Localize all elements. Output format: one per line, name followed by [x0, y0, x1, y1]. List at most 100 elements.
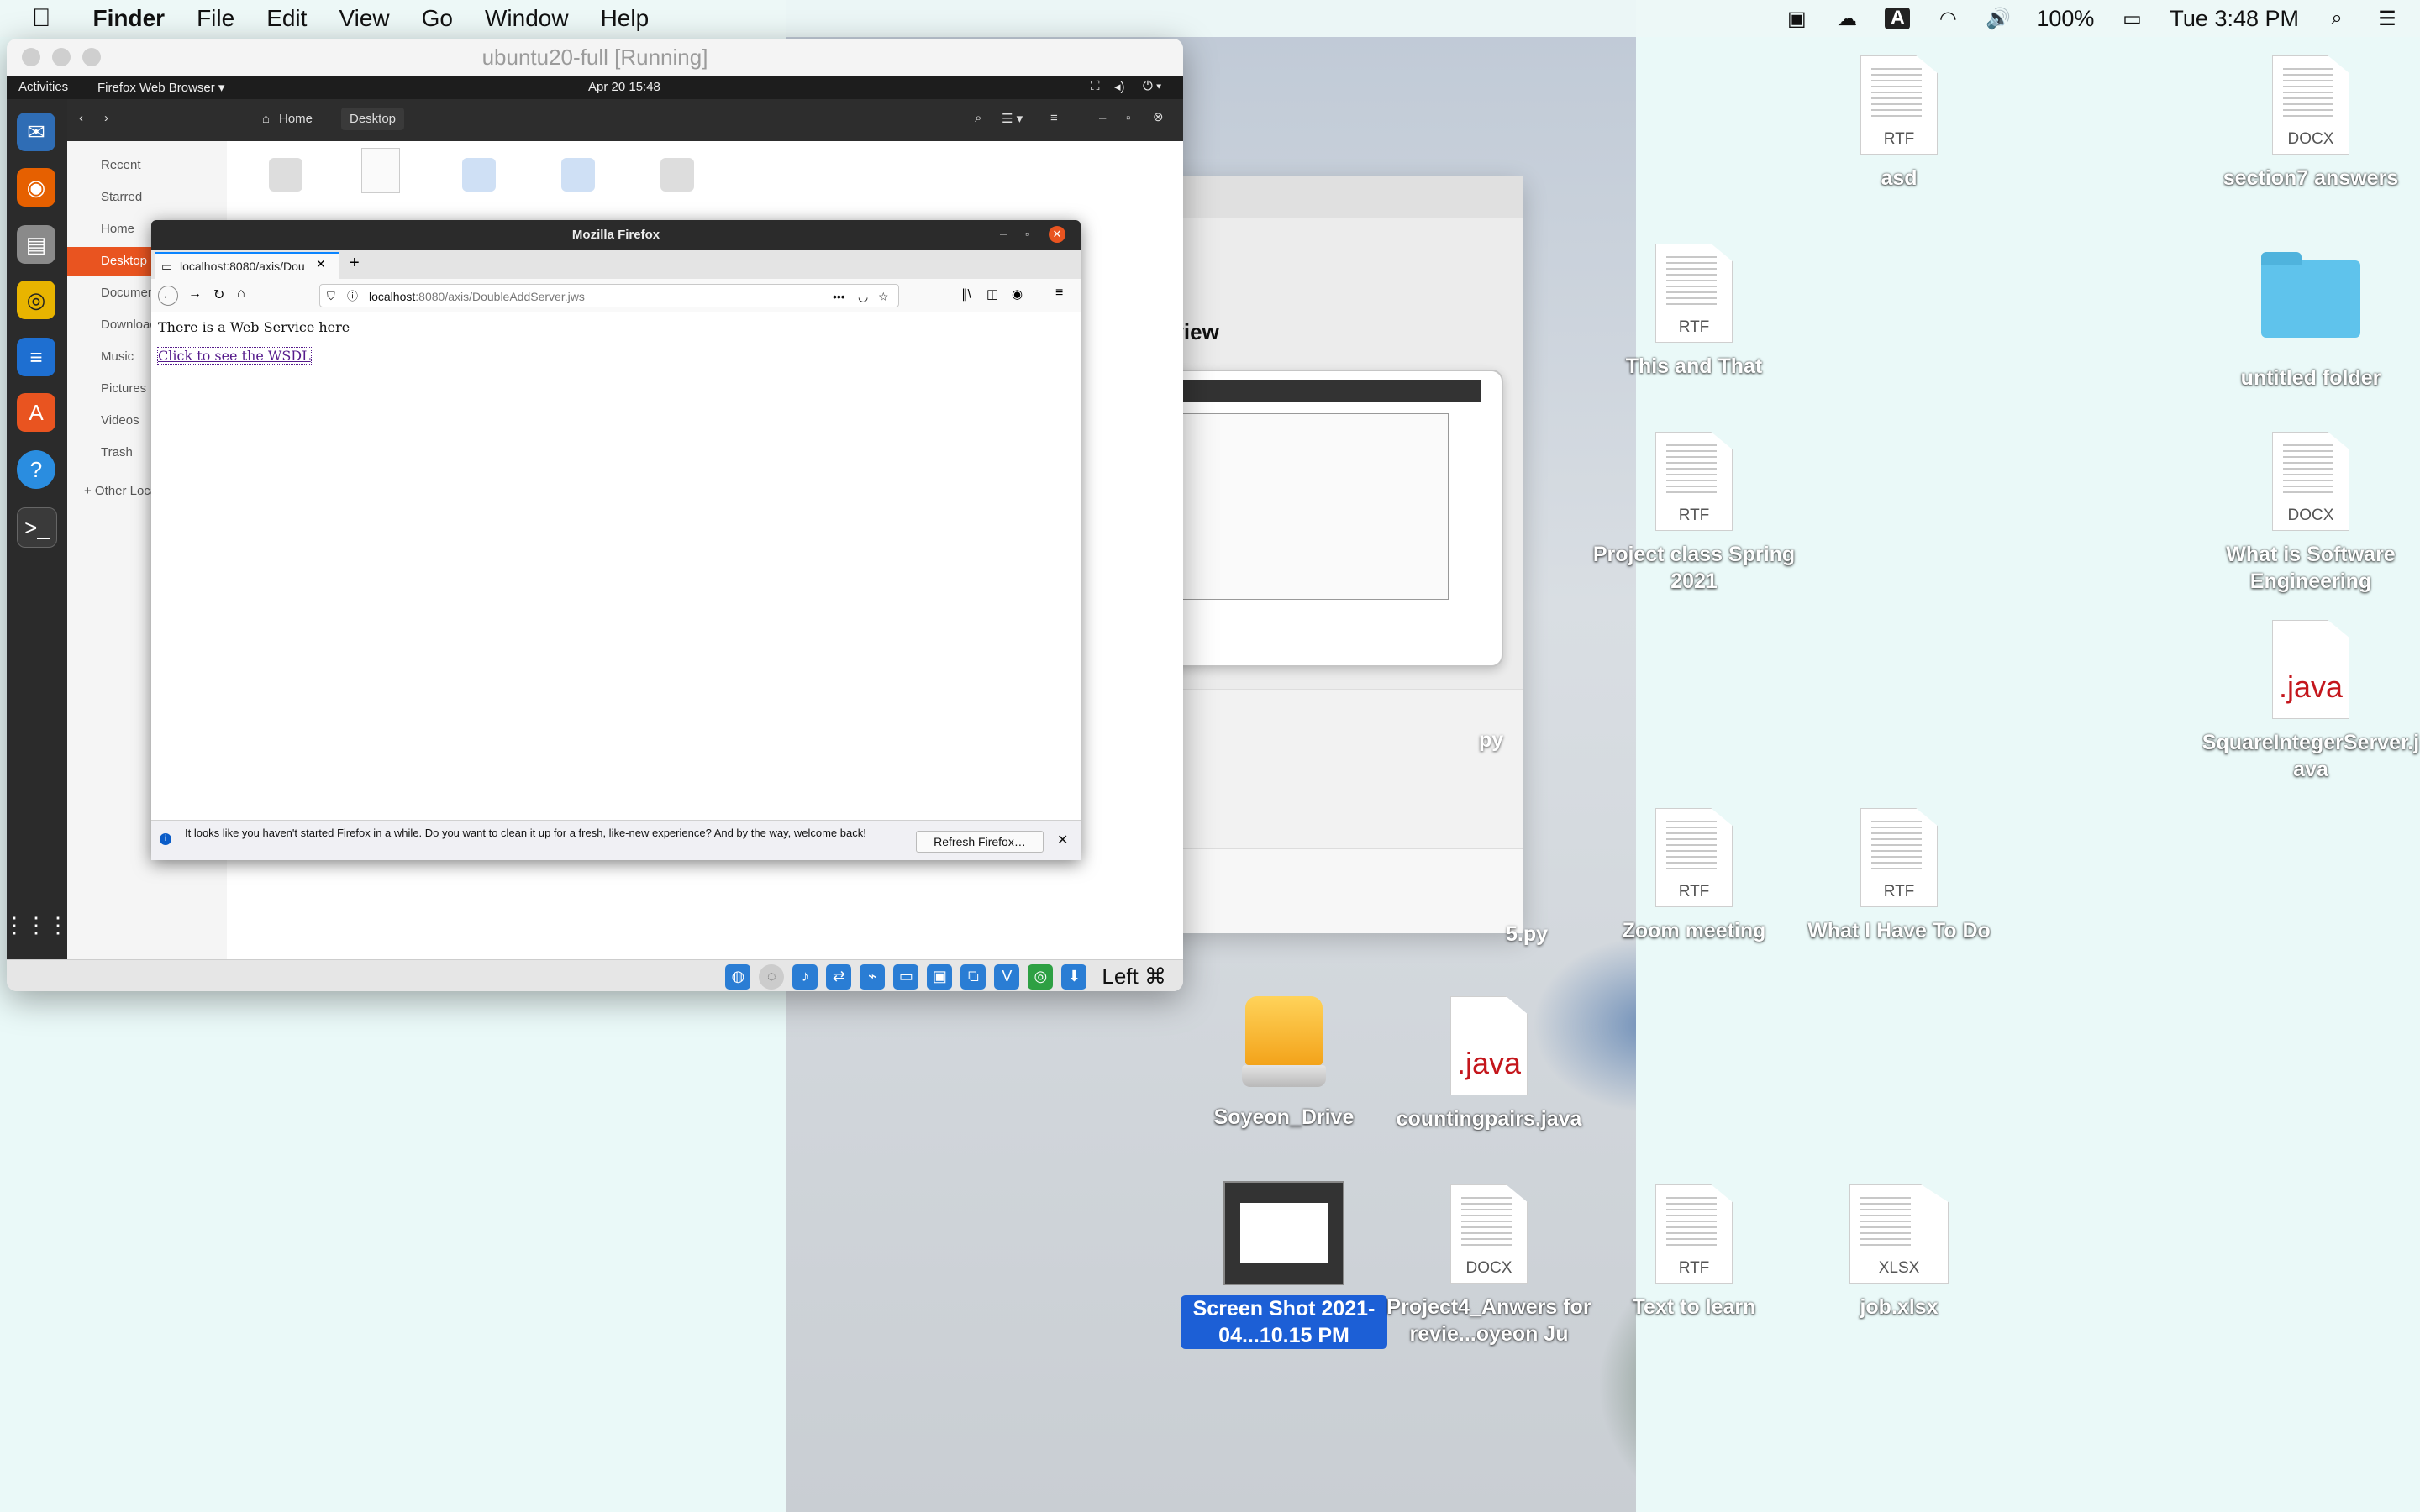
volume-icon[interactable]: 🔊	[1986, 8, 2011, 30]
library-icon[interactable]: ∥\	[961, 286, 971, 302]
forward-icon[interactable]: ›	[104, 111, 108, 125]
terminal-icon[interactable]: >_	[17, 507, 57, 548]
desktop-icon-section7-answers[interactable]: DOCX section7 answers	[2202, 55, 2420, 192]
forward-icon[interactable]: →	[188, 286, 202, 302]
desktop-icon-zoom-meeting[interactable]: RTF Zoom meeting	[1585, 808, 1803, 944]
back-icon[interactable]: ←	[158, 286, 178, 306]
window-close-button[interactable]	[22, 48, 40, 66]
video-capture-icon[interactable]: ⧉	[960, 963, 986, 990]
pocket-icon[interactable]: ◡	[858, 285, 868, 308]
file-icon[interactable]	[269, 158, 302, 192]
tab-active[interactable]: ▭ localhost:8080/axis/Dou	[155, 252, 339, 279]
help-icon[interactable]: ?	[17, 450, 55, 489]
network-icon[interactable]: ⛶	[1091, 79, 1100, 93]
desktop-icon-project4-answers[interactable]: DOCX Project4_Anwers for revie...oyeon J…	[1380, 1184, 1598, 1347]
refresh-firefox-button[interactable]: Refresh Firefox…	[916, 831, 1044, 853]
vm-info-icon[interactable]: V	[994, 963, 1020, 990]
minimize-icon[interactable]: –	[1099, 111, 1106, 125]
search-icon[interactable]: ⌕	[975, 111, 981, 125]
keyboard-capture-icon[interactable]: ⬇	[1061, 963, 1087, 990]
rhythmbox-icon[interactable]: ◎	[17, 281, 55, 319]
sidebar-item-starred[interactable]: Starred	[67, 183, 227, 212]
firefox-titlebar[interactable]: Mozilla Firefox	[151, 220, 1081, 250]
bookmark-star-icon[interactable]: ☆	[878, 285, 889, 308]
shield-icon[interactable]: ⛉	[327, 285, 335, 308]
power-icon[interactable]: ⏻ ▾	[1143, 79, 1161, 93]
guest-additions-icon[interactable]: ◎	[1028, 963, 1054, 990]
desktop-icon-soyeon-drive[interactable]: Soyeon_Drive	[1175, 996, 1393, 1131]
code-file-icon[interactable]	[561, 158, 595, 192]
maximize-icon[interactable]: ▫	[1126, 111, 1130, 125]
battery-icon[interactable]: ▭	[2119, 8, 2144, 30]
info-icon[interactable]: ⓘ	[347, 285, 358, 308]
window-minimize-button[interactable]	[52, 48, 71, 66]
desktop-icon-squareintegerserver[interactable]: .java SquareIntegerServer.java	[2202, 620, 2420, 783]
firefox-window[interactable]: Mozilla Firefox – ▫ ✕ ▭ localhost:8080/a…	[151, 220, 1081, 860]
menu-view[interactable]: View	[339, 5, 389, 32]
wifi-icon[interactable]: ◠	[1935, 8, 1960, 30]
preview-window[interactable]: eview py	[1160, 176, 1523, 933]
sidebar-icon[interactable]: ◫	[986, 286, 998, 302]
usb-icon[interactable]: ⌁	[860, 963, 886, 990]
hard-disk-icon[interactable]: ◍	[725, 963, 751, 990]
optical-drive-icon[interactable]: ◌	[759, 963, 785, 990]
control-center-icon[interactable]: ☰	[2375, 8, 2400, 30]
desktop-icon-text-to-learn[interactable]: RTF Text to learn	[1585, 1184, 1803, 1320]
audio-icon[interactable]: ♪	[792, 963, 818, 990]
vbox-titlebar[interactable]: ubuntu20-full [Running]	[7, 39, 1183, 76]
path-home[interactable]: Home	[279, 112, 313, 126]
ff-maximize-icon[interactable]: ▫	[1025, 227, 1029, 240]
menu-go[interactable]: Go	[422, 5, 453, 32]
home-icon[interactable]: ⌂	[237, 286, 245, 302]
network-icon[interactable]: ⇄	[826, 963, 852, 990]
page-actions-icon[interactable]: •••	[833, 285, 845, 308]
activities-button[interactable]: Activities	[18, 80, 68, 94]
creative-cloud-icon[interactable]: ☁	[1834, 8, 1860, 30]
desktop-icon-asd[interactable]: RTF asd	[1790, 55, 2008, 192]
wsdl-link[interactable]: Click to see the WSDL	[157, 347, 312, 365]
thunderbird-icon[interactable]: ✉	[17, 113, 55, 151]
desktop-icon-job-xlsx[interactable]: XLSX job.xlsx	[1790, 1184, 2008, 1320]
window-zoom-button[interactable]	[82, 48, 101, 66]
gnome-clock[interactable]: Apr 20 15:48	[588, 80, 660, 94]
desktop-icon-this-and-that[interactable]: RTF This and That	[1585, 244, 1803, 380]
reload-icon[interactable]: ↻	[213, 286, 224, 303]
libreoffice-writer-icon[interactable]: ≡	[17, 338, 55, 376]
sidebar-item-recent[interactable]: Recent	[67, 151, 227, 180]
new-tab-icon[interactable]: +	[350, 254, 360, 273]
zoom-video-icon[interactable]: ▣	[1784, 8, 1809, 30]
desktop-icon-untitled-folder[interactable]: untitled folder	[2202, 252, 2420, 391]
path-desktop[interactable]: Desktop	[341, 108, 405, 130]
desktop-icon-countingpairs[interactable]: .java countingpairs.java	[1380, 996, 1598, 1132]
ff-minimize-icon[interactable]: –	[1000, 227, 1007, 241]
desktop-icon-what-i-have-to-do[interactable]: RTF What I Have To Do	[1790, 808, 2008, 944]
back-icon[interactable]: ‹	[79, 111, 83, 125]
show-applications-icon[interactable]: ⋮⋮⋮	[7, 906, 69, 944]
list-view-icon[interactable]: ☰ ▾	[1002, 111, 1023, 126]
apple-menu-icon[interactable]: 	[32, 4, 51, 33]
firefox-icon[interactable]: ◉	[17, 168, 55, 207]
volume-icon[interactable]: ◂)	[1114, 79, 1125, 94]
file-icon[interactable]	[660, 158, 694, 192]
url-bar[interactable]: ⛉ ⓘ localhost:8080/axis/DoubleAddServer.…	[319, 284, 899, 307]
host-key-label[interactable]: Left ⌘	[1102, 963, 1166, 990]
tab-close-icon[interactable]: ✕	[316, 257, 326, 271]
menu-icon[interactable]: ≡	[1050, 111, 1058, 125]
virtualbox-window[interactable]: ubuntu20-full [Running] Activities Firef…	[7, 39, 1183, 991]
shared-folder-icon[interactable]: ▭	[893, 963, 919, 990]
desktop-icon-what-is-se[interactable]: DOCX What is Software Engineering	[2202, 432, 2420, 595]
spotlight-search-icon[interactable]: ⌕	[2324, 7, 2349, 29]
software-center-icon[interactable]: A	[17, 393, 55, 432]
account-icon[interactable]: ◉	[1012, 286, 1023, 302]
desktop-icon-project-class[interactable]: RTF Project class Spring 2021	[1585, 432, 1803, 595]
input-source-icon[interactable]: A	[1885, 7, 1911, 29]
app-menu[interactable]: Firefox Web Browser ▾	[97, 80, 224, 95]
menu-window[interactable]: Window	[485, 5, 569, 32]
file-icon[interactable]	[361, 148, 400, 193]
display-icon[interactable]: ▣	[927, 963, 953, 990]
hamburger-menu-icon[interactable]: ≡	[1055, 286, 1063, 301]
desktop-icon-screenshot[interactable]: Screen Shot 2021-04...10.15 PM	[1175, 1181, 1393, 1349]
notification-close-icon[interactable]: ✕	[1057, 832, 1068, 848]
menu-help[interactable]: Help	[601, 5, 650, 32]
menubar-clock[interactable]: Tue 3:48 PM	[2170, 6, 2299, 32]
